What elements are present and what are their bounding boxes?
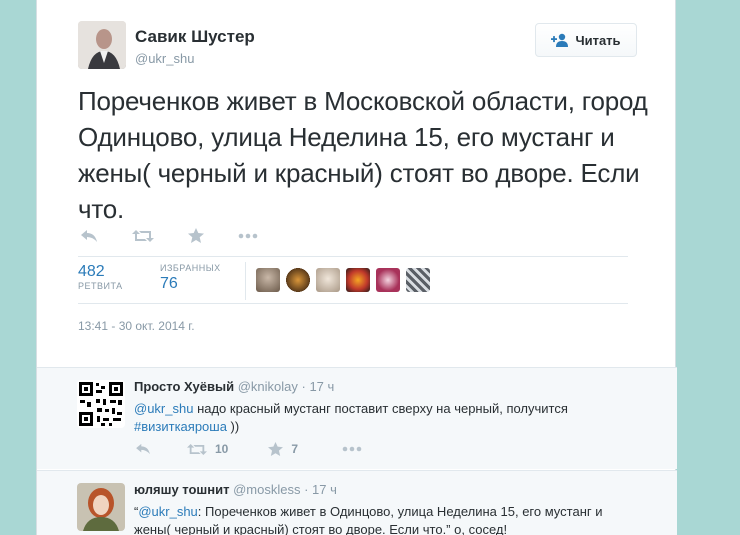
- page-background-right: [676, 0, 740, 535]
- favoriter-avatar[interactable]: [286, 268, 310, 292]
- reply-text: @ukr_shu надо красный мустанг поставит с…: [134, 400, 634, 436]
- retweets-stat[interactable]: 482 РЕТВИТА: [78, 263, 123, 291]
- stats-divider: [245, 262, 246, 300]
- favoriter-avatar[interactable]: [316, 268, 340, 292]
- favoriter-avatar[interactable]: [256, 268, 280, 292]
- retweet-icon[interactable]: [132, 229, 154, 243]
- retweet-icon[interactable]: [187, 443, 207, 456]
- reply-author-handle[interactable]: @moskless: [233, 482, 300, 497]
- follow-button[interactable]: Читать: [535, 23, 637, 57]
- reply-header: Просто Хуёвый @knikolay · 17 ч: [134, 379, 334, 394]
- follow-button-label: Читать: [575, 32, 621, 48]
- favoriter-avatar[interactable]: [346, 268, 370, 292]
- tweet-actions: [80, 228, 258, 243]
- reply-icon[interactable]: [80, 229, 98, 243]
- favorites-stat[interactable]: ИЗБРАННЫХ 76: [160, 263, 221, 293]
- reply-time[interactable]: · 17 ч: [304, 482, 337, 497]
- favoriter-avatar[interactable]: [376, 268, 400, 292]
- reply-text: “@ukr_shu: Пореченков живет в Одинцово, …: [134, 503, 634, 535]
- more-icon[interactable]: [342, 446, 362, 452]
- reply-text-part: : Пореченков живет в Одинцово, улица Нед…: [134, 504, 603, 535]
- reply-icon[interactable]: [135, 443, 151, 455]
- tweet-text: Пореченков живет в Московской области, г…: [78, 86, 648, 224]
- tweet-timestamp: 13:41 - 30 окт. 2014 г.: [78, 319, 195, 333]
- favorites-count: 76: [160, 275, 178, 292]
- reply-author-name[interactable]: Просто Хуёвый: [134, 379, 234, 394]
- tweet-card: Савик Шустер @ukr_shu Читать Пореченков …: [36, 0, 677, 535]
- reply-retweet-count: 10: [215, 442, 229, 456]
- reply-favorite-count: 7: [291, 442, 299, 456]
- reply-text-part: )): [226, 419, 240, 434]
- reply-header: юляшу тошнит @moskless · 17 ч: [134, 482, 337, 497]
- reply-item: юляшу тошнит @moskless · 17 ч “@ukr_shu:…: [37, 470, 677, 535]
- reply-time[interactable]: · 17 ч: [302, 379, 335, 394]
- page-background-left: [0, 0, 36, 535]
- reply-text-part: надо красный мустанг поставит сверху на …: [193, 401, 568, 416]
- reply-avatar[interactable]: [77, 380, 125, 428]
- mention-link[interactable]: @ukr_shu: [138, 504, 197, 519]
- favoriters-list: [256, 268, 430, 292]
- tweet-stats: 482 РЕТВИТА ИЗБРАННЫХ 76: [78, 256, 628, 304]
- author-handle[interactable]: @ukr_shu: [135, 51, 194, 66]
- more-icon[interactable]: [238, 233, 258, 239]
- retweets-count: 482: [78, 263, 105, 280]
- add-user-icon: [551, 33, 569, 47]
- mention-link[interactable]: @ukr_shu: [134, 401, 193, 416]
- reply-author-name[interactable]: юляшу тошнит: [134, 482, 229, 497]
- star-icon[interactable]: [268, 442, 284, 456]
- retweets-label: РЕТВИТА: [78, 281, 123, 291]
- author-avatar[interactable]: [78, 21, 126, 69]
- reply-author-handle[interactable]: @knikolay: [238, 379, 298, 394]
- favoriter-avatar[interactable]: [406, 268, 430, 292]
- reply-item: Просто Хуёвый @knikolay · 17 ч @ukr_shu …: [37, 367, 677, 469]
- author-name[interactable]: Савик Шустер: [135, 27, 255, 47]
- reply-actions: 10 7: [135, 442, 362, 456]
- reply-avatar[interactable]: [77, 483, 125, 531]
- star-icon[interactable]: [188, 228, 204, 243]
- favorites-label: ИЗБРАННЫХ: [160, 263, 221, 273]
- hashtag-link[interactable]: #визиткаяроша: [134, 419, 227, 434]
